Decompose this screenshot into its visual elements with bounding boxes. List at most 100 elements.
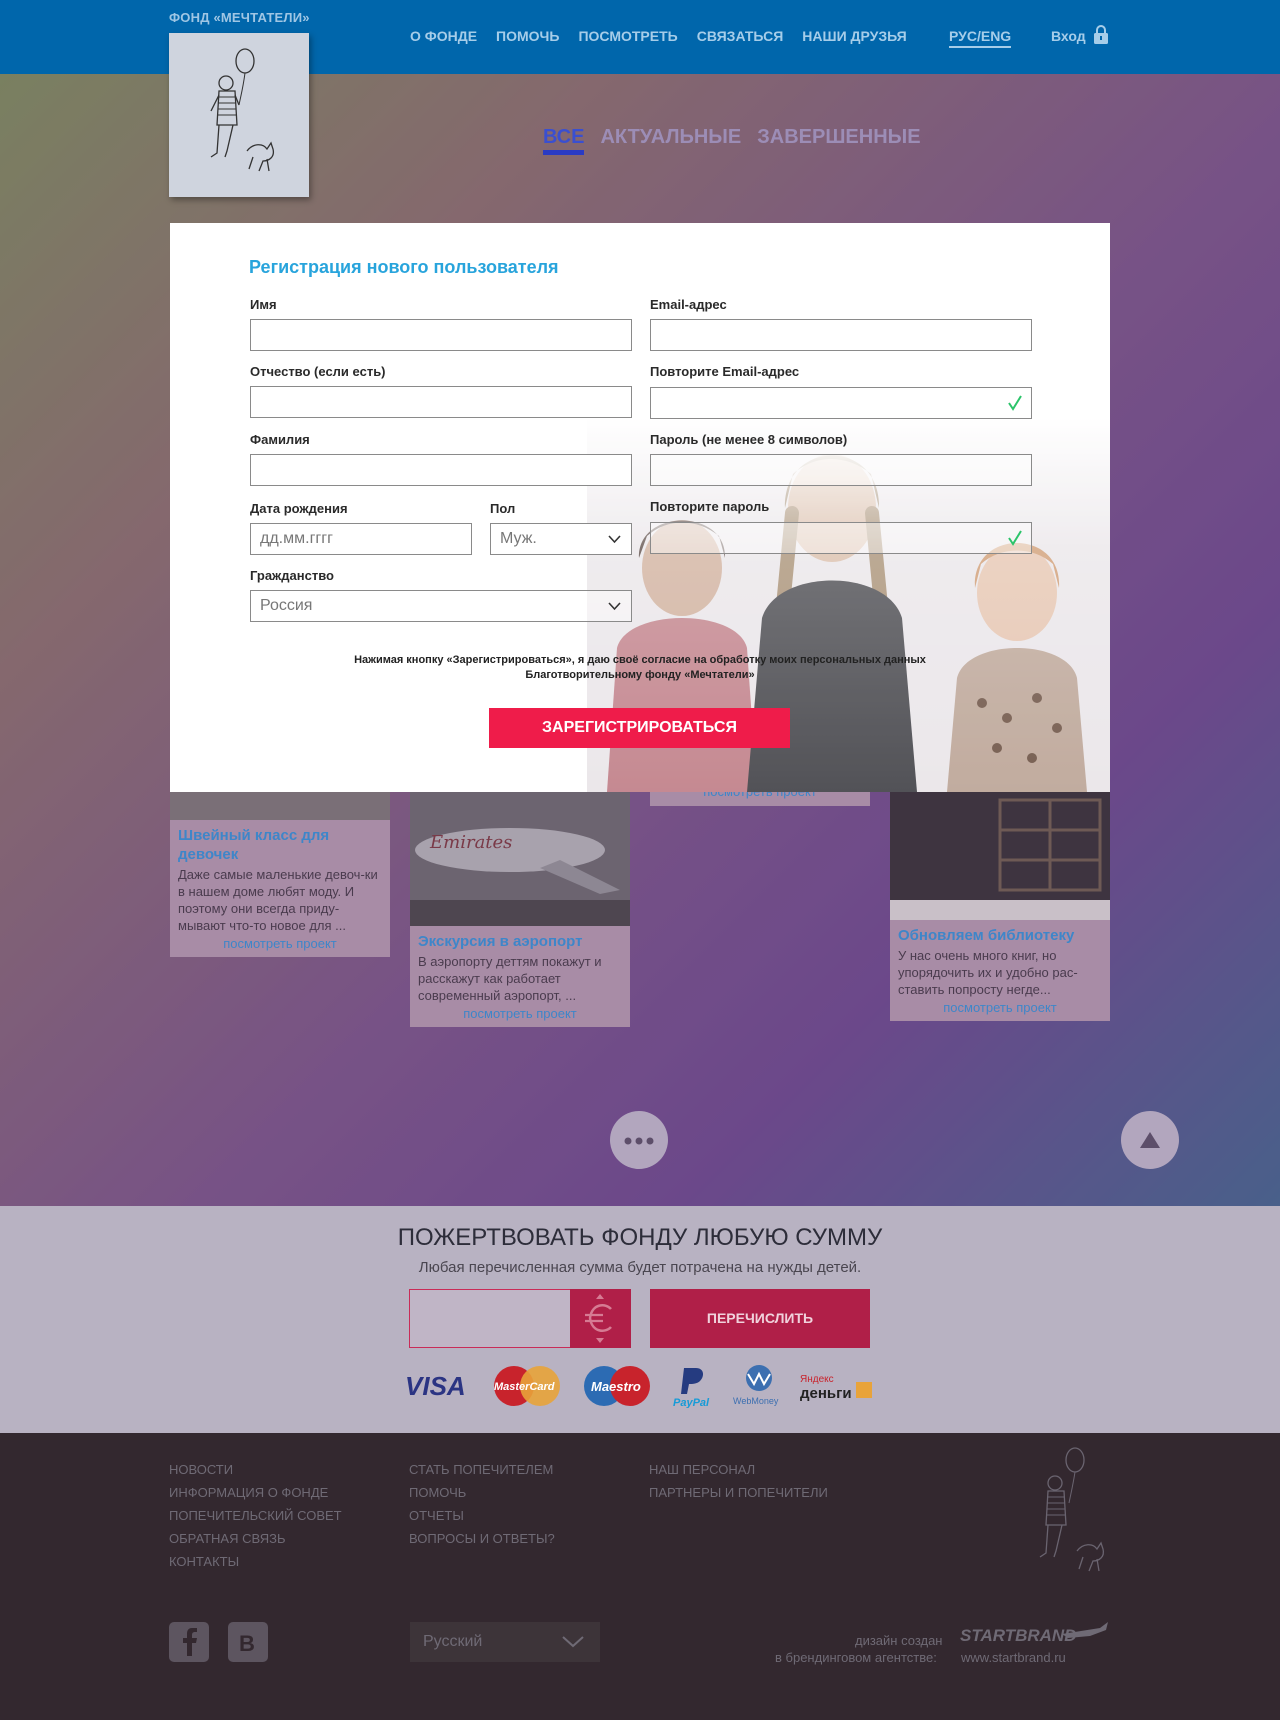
vkontakte-button[interactable]: B	[228, 1622, 268, 1662]
project-image: Emirates	[410, 790, 630, 926]
nav-view[interactable]: ПОСМОТРЕТЬ	[578, 28, 677, 44]
language-switch[interactable]: РУС/ENG	[949, 28, 1012, 48]
email-input[interactable]	[650, 319, 1032, 351]
nav-contact[interactable]: СВЯЗАТЬСЯ	[697, 28, 784, 44]
boy-with-balloon-icon	[210, 48, 275, 172]
gender-value: Муж.	[500, 530, 537, 547]
project-card[interactable]: Обновляем библиотеку У нас очень много к…	[890, 780, 1110, 1021]
transfer-button[interactable]: ПЕРЕЧИСЛИТЬ	[650, 1289, 870, 1348]
svg-text:деньги: деньги	[800, 1385, 852, 1402]
checkmark-icon	[1008, 530, 1022, 546]
consent-line-2: Благотворительному фонду «Мечтатели»	[525, 669, 755, 681]
footer-link[interactable]: ОБРАТНАЯ СВЯЗЬ	[169, 1527, 342, 1550]
filter-all[interactable]: ВСЕ	[543, 126, 585, 155]
email-label: Email-адрес	[650, 297, 727, 312]
nav-about[interactable]: О ФОНДЕ	[410, 28, 477, 44]
citizenship-select[interactable]: Россия	[250, 590, 632, 622]
svg-text:Maestro: Maestro	[591, 1379, 641, 1394]
registration-modal: Регистрация нового пользователя Имя Отче…	[170, 223, 1110, 792]
footer-col-2: СТАТЬ ПОПЕЧИТЕЛЕМ ПОМОЧЬ ОТЧЕТЫ ВОПРОСЫ …	[409, 1458, 555, 1550]
project-card[interactable]: Emirates Экскурсия в аэропорт В аэропорт…	[410, 790, 630, 1027]
footer-link[interactable]: СТАТЬ ПОПЕЧИТЕЛЕМ	[409, 1458, 555, 1481]
password-repeat-input[interactable]	[650, 522, 1032, 554]
birth-date-placeholder: дд.мм.гггг	[260, 530, 333, 547]
patronymic-label: Отчество (если есть)	[250, 364, 386, 379]
last-name-label: Фамилия	[250, 432, 310, 447]
paypal-icon: PayPal	[673, 1368, 710, 1408]
webmoney-icon: WebMoney	[733, 1365, 779, 1406]
project-title[interactable]: Швейный класс для девочек	[170, 820, 390, 864]
svg-text:PayPal: PayPal	[673, 1397, 710, 1408]
yandex-money-icon: Яндекс деньги	[800, 1374, 872, 1402]
library-image	[890, 780, 1110, 920]
brand-name: ФОНД «МЕЧТАТЕЛИ»	[169, 10, 310, 25]
password-input[interactable]	[650, 454, 1032, 486]
register-button[interactable]: ЗАРЕГИСТРИРОВАТЬСЯ	[489, 708, 790, 748]
filter-finished[interactable]: ЗАВЕРШЕННЫЕ	[757, 126, 920, 155]
svg-text:VISA: VISA	[405, 1371, 466, 1401]
consent-line-1: Нажимая кнопку «Зарегистрироваться», я д…	[354, 654, 926, 666]
filter-current[interactable]: АКТУАЛЬНЫЕ	[600, 126, 741, 155]
donate-title: ПОЖЕРТВОВАТЬ ФОНДУ ЛЮБУЮ СУММУ	[397, 1224, 883, 1251]
birth-date-input[interactable]: дд.мм.гггг	[250, 523, 472, 555]
credit-line-2: в брендинговом агентстве:	[775, 1650, 937, 1665]
footer-link[interactable]: КОНТАКТЫ	[169, 1550, 342, 1573]
main-nav: О ФОНДЕ ПОМОЧЬ ПОСМОТРЕТЬ СВЯЗАТЬСЯ НАШИ…	[410, 28, 907, 44]
email-repeat-input[interactable]	[650, 387, 1032, 419]
nav-help[interactable]: ПОМОЧЬ	[496, 28, 559, 44]
svg-text:Яндекс: Яндекс	[800, 1374, 834, 1385]
password-repeat-label: Повторите пароль	[650, 499, 770, 514]
agency-url[interactable]: www.startbrand.ru	[961, 1650, 1066, 1665]
project-description: В аэропорту деттям покажут и расскажут к…	[418, 954, 602, 1003]
footer-link[interactable]: НАШ ПЕРСОНАЛ	[649, 1458, 828, 1481]
project-filters: ВСЕ АКТУАЛЬНЫЕ ЗАВЕРШЕННЫЕ	[543, 126, 921, 155]
footer-link[interactable]: ПОМОЧЬ	[409, 1481, 555, 1504]
project-title[interactable]: Экскурсия в аэропорт	[410, 926, 630, 951]
citizenship-label: Гражданство	[250, 568, 334, 583]
footer-col-1: НОВОСТИ ИНФОРМАЦИЯ О ФОНДЕ ПОПЕЧИТЕЛЬСКИ…	[169, 1458, 342, 1573]
euro-icon	[585, 1294, 612, 1343]
donation-amount-input[interactable]	[409, 1289, 571, 1348]
airplane-icon	[1062, 1622, 1108, 1638]
chevron-down-icon	[608, 535, 621, 544]
nav-friends[interactable]: НАШИ ДРУЗЬЯ	[802, 28, 906, 44]
facebook-button[interactable]	[169, 1622, 209, 1662]
gender-label: Пол	[490, 501, 516, 516]
credit-line-1: дизайн создан	[855, 1633, 943, 1648]
project-title[interactable]: Обновляем библиотеку	[890, 920, 1110, 945]
vk-icon: B	[239, 1631, 255, 1656]
footer-link[interactable]: ПАРТНЕРЫ И ПОПЕЧИТЕЛИ	[649, 1481, 828, 1504]
footer-link[interactable]: ОТЧЕТЫ	[409, 1504, 555, 1527]
last-name-input[interactable]	[250, 454, 632, 486]
citizenship-value: Россия	[260, 597, 313, 614]
footer-link[interactable]: ИНФОРМАЦИЯ О ФОНДЕ	[169, 1481, 342, 1504]
load-more-button[interactable]	[610, 1111, 668, 1169]
footer-link[interactable]: НОВОСТИ	[169, 1458, 342, 1481]
currency-selector[interactable]	[570, 1289, 631, 1348]
footer-link[interactable]: ПОПЕЧИТЕЛЬСКИЙ СОВЕТ	[169, 1504, 342, 1527]
first-name-input[interactable]	[250, 319, 632, 351]
agency-logo[interactable]: STARTBRAND	[960, 1626, 1076, 1646]
footer-language-select[interactable]: Русский	[410, 1622, 600, 1662]
login-link[interactable]: Вход	[1051, 28, 1086, 44]
arrow-up-icon	[1140, 1132, 1160, 1148]
patronymic-input[interactable]	[250, 386, 632, 418]
project-description: У нас очень много книг, но упорядочить и…	[898, 948, 1078, 997]
password-label: Пароль (не менее 8 символов)	[650, 432, 848, 447]
visa-icon: VISA	[405, 1371, 466, 1401]
airplane-image: Emirates	[410, 790, 630, 926]
consent-text: Нажимая кнопку «Зарегистрироваться», я д…	[290, 653, 990, 683]
project-link[interactable]: посмотреть проект	[410, 1004, 630, 1027]
lock-icon[interactable]	[1093, 25, 1109, 44]
project-link[interactable]: посмотреть проект	[890, 998, 1110, 1021]
gender-select[interactable]: Муж.	[490, 523, 632, 555]
svg-text:Emirates: Emirates	[429, 832, 512, 853]
project-link[interactable]: посмотреть проект	[170, 934, 390, 957]
facebook-icon	[183, 1628, 197, 1656]
first-name-label: Имя	[250, 297, 277, 312]
foundation-logo[interactable]	[169, 33, 309, 197]
maestro-icon: Maestro	[584, 1366, 650, 1406]
svg-text:WebMoney: WebMoney	[733, 1396, 779, 1406]
footer-link[interactable]: ВОПРОСЫ И ОТВЕТЫ?	[409, 1527, 555, 1550]
scroll-top-button[interactable]	[1121, 1111, 1179, 1169]
